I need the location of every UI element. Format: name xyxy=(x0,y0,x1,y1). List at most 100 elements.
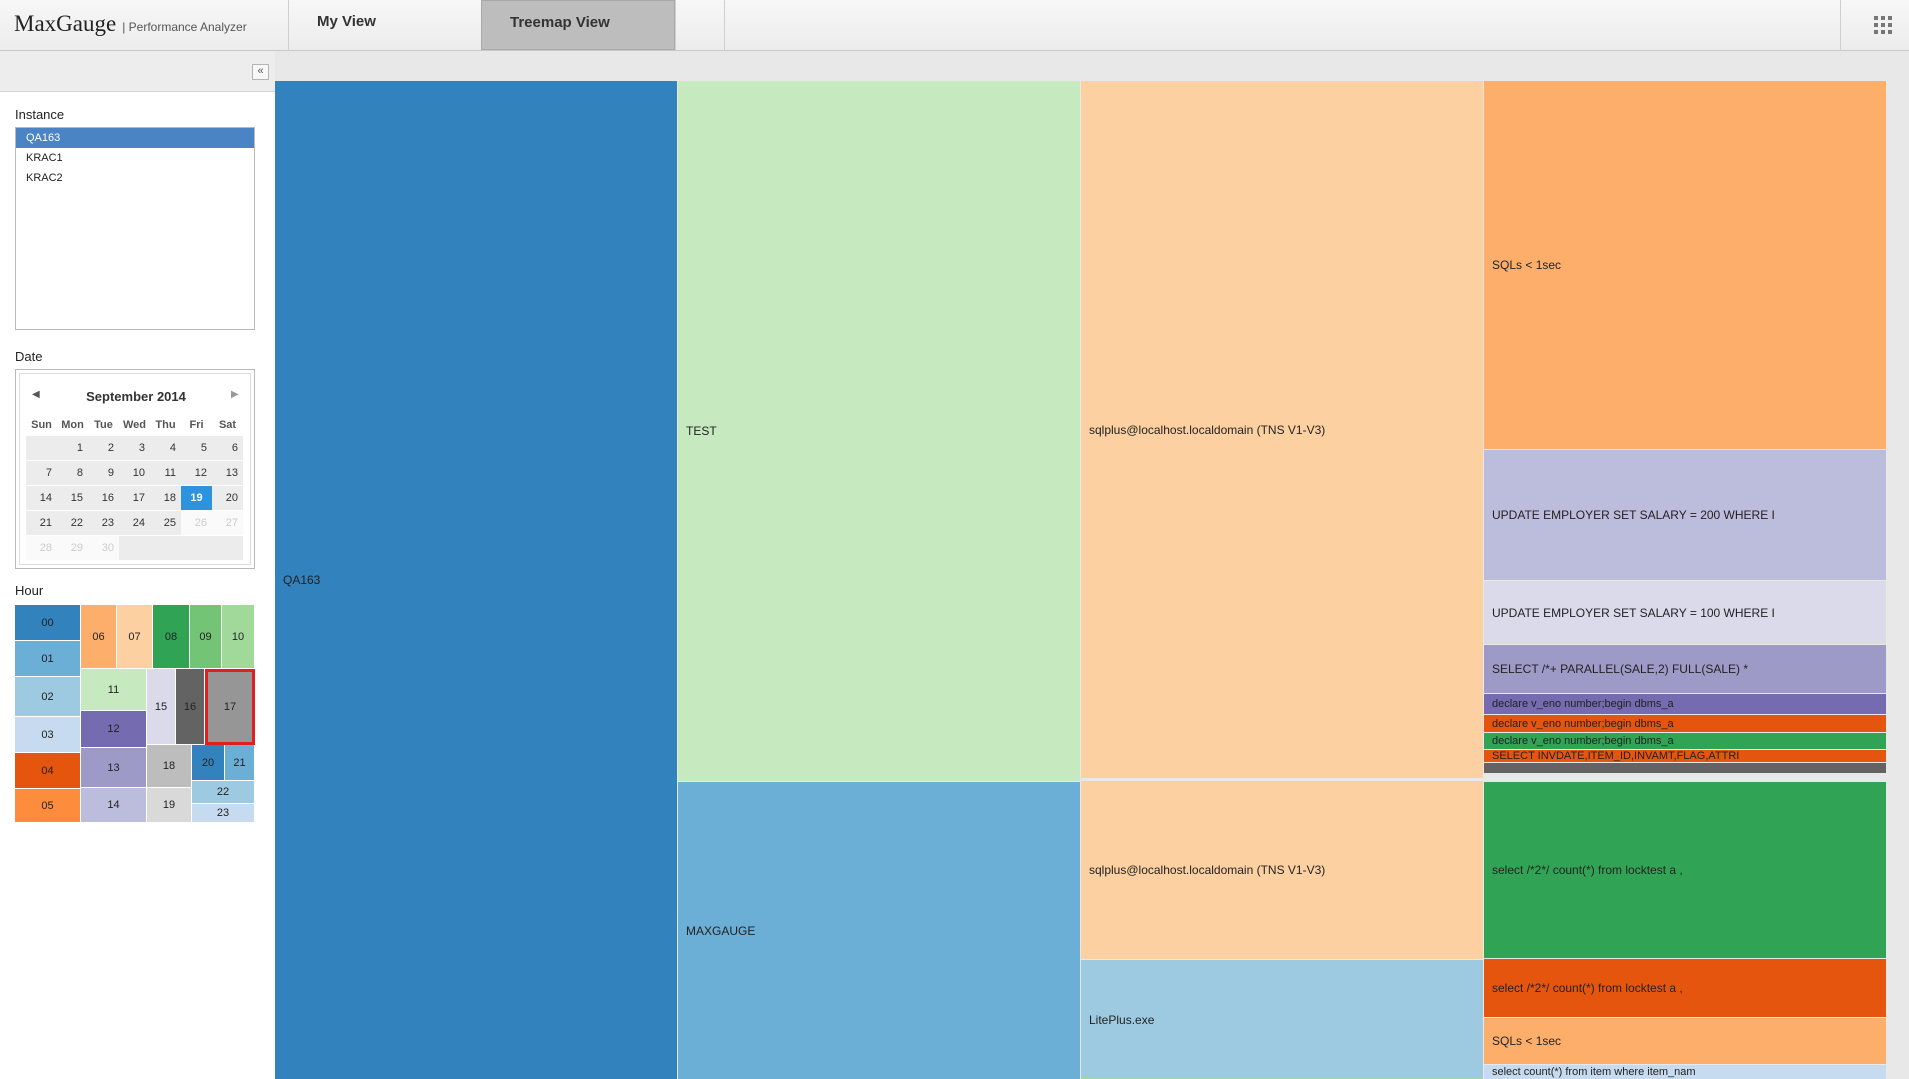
hour-cell[interactable]: 07 xyxy=(117,605,153,669)
hour-cell[interactable]: 12 xyxy=(81,711,147,748)
treemap-program-cell[interactable]: sqlplus@localhost.localdomain (TNS V1-V3… xyxy=(1081,781,1483,959)
calendar-day[interactable]: 18 xyxy=(150,486,181,511)
hour-cell[interactable]: 18 xyxy=(147,745,192,788)
treemap-program-cell[interactable]: LitePlus.exe xyxy=(1081,960,1483,1079)
treemap-schema-cell[interactable]: MAXGAUGE xyxy=(678,782,1080,1079)
weekday-header: Tue xyxy=(88,418,119,436)
hour-cell[interactable]: 05 xyxy=(15,789,81,823)
calendar-month: September xyxy=(86,389,154,404)
hour-cell[interactable]: 08 xyxy=(153,605,190,669)
apps-grid-button[interactable] xyxy=(1840,0,1909,50)
calendar-day[interactable]: 24 xyxy=(119,511,150,536)
next-month-icon[interactable]: ▶ xyxy=(231,389,239,400)
calendar-empty-cell xyxy=(212,536,243,561)
calendar-day[interactable]: 6 xyxy=(212,436,243,461)
hour-cell[interactable]: 20 xyxy=(192,745,225,781)
sidebar: « Instance QA163 KRAC1 KRAC2 Date ◀ Sept… xyxy=(0,51,275,1079)
brand-subtitle: | Performance Analyzer xyxy=(122,20,247,34)
hour-cell[interactable]: 03 xyxy=(15,717,81,753)
hour-cell[interactable]: 22 xyxy=(192,781,255,804)
treemap-instance-cell[interactable]: QA163 xyxy=(275,81,677,1079)
calendar-day[interactable]: 2 xyxy=(88,436,119,461)
calendar-day[interactable]: 19 xyxy=(181,486,212,511)
tab-my-view[interactable]: My View xyxy=(288,0,481,50)
calendar-day[interactable]: 5 xyxy=(181,436,212,461)
hour-cell[interactable]: 02 xyxy=(15,677,81,717)
calendar-day[interactable]: 16 xyxy=(88,486,119,511)
calendar-day: 30 xyxy=(88,536,119,561)
treemap-sql-cell[interactable]: UPDATE EMPLOYER SET SALARY = 100 WHERE I xyxy=(1484,581,1886,644)
calendar-day[interactable]: 15 xyxy=(57,486,88,511)
calendar-day: 26 xyxy=(181,511,212,536)
calendar-year: 2014 xyxy=(156,389,186,404)
treemap-sql-sliver[interactable] xyxy=(1484,763,1886,773)
treemap-chart: QA163 TEST MAXGAUGE sqlplus@localhost.local… xyxy=(275,81,1886,1079)
calendar-day[interactable]: 13 xyxy=(212,461,243,486)
treemap-sql-cell[interactable]: select count(*) from item where item_nam xyxy=(1484,1065,1886,1079)
app-logo: MaxGauge | Performance Analyzer xyxy=(14,11,247,37)
hour-cell[interactable]: 06 xyxy=(81,605,117,669)
calendar-title: September 2014 xyxy=(20,389,252,404)
hour-cell[interactable]: 15 xyxy=(147,669,176,745)
treemap-program-cell[interactable]: sqlplus@localhost.localdomain (TNS V1-V3… xyxy=(1081,81,1483,778)
calendar-day[interactable]: 1 xyxy=(57,436,88,461)
treemap-sql-cell[interactable]: SELECT INVDATE,ITEM_ID,INVAMT,FLAG,ATTRI xyxy=(1484,750,1886,762)
tab-treemap-view[interactable]: Treemap View xyxy=(481,0,675,50)
calendar-day[interactable]: 3 xyxy=(119,436,150,461)
calendar-day[interactable]: 20 xyxy=(212,486,243,511)
calendar-day[interactable]: 7 xyxy=(26,461,57,486)
hour-cell[interactable]: 21 xyxy=(225,745,255,781)
calendar-day[interactable]: 17 xyxy=(119,486,150,511)
hour-cell[interactable]: 04 xyxy=(15,753,81,789)
calendar-day[interactable]: 4 xyxy=(150,436,181,461)
hour-cell[interactable]: 23 xyxy=(192,804,255,823)
hour-cell[interactable]: 00 xyxy=(15,605,81,641)
treemap-sql-cell[interactable]: SELECT /*+ PARALLEL(SALE,2) FULL(SALE) * xyxy=(1484,645,1886,693)
calendar-day[interactable]: 12 xyxy=(181,461,212,486)
calendar-day[interactable]: 14 xyxy=(26,486,57,511)
calendar-day[interactable]: 21 xyxy=(26,511,57,536)
treemap-sql-cell[interactable]: UPDATE EMPLOYER SET SALARY = 200 WHERE I xyxy=(1484,450,1886,580)
calendar-day[interactable]: 9 xyxy=(88,461,119,486)
treemap-sql-cell[interactable]: SQLs < 1sec xyxy=(1484,1018,1886,1064)
calendar-body: ◀ September 2014 ▶ Sun Mon Tue Wed Thu Fri Sat… xyxy=(19,373,251,565)
weekday-header: Wed xyxy=(119,418,150,436)
instance-item[interactable]: QA163 xyxy=(16,128,254,148)
tab-blank[interactable] xyxy=(675,0,724,50)
calendar-day[interactable]: 11 xyxy=(150,461,181,486)
hour-cell[interactable]: 11 xyxy=(81,669,147,711)
treemap-sql-cell[interactable]: declare v_eno number;begin dbms_a xyxy=(1484,715,1886,732)
treemap-sql-cell[interactable]: SQLs < 1sec xyxy=(1484,81,1886,449)
instance-item[interactable]: KRAC2 xyxy=(16,168,254,188)
treemap-sql-cell[interactable]: select /*2*/ count(*) from locktest a , xyxy=(1484,959,1886,1017)
hour-cell[interactable]: 09 xyxy=(190,605,222,669)
calendar-day[interactable]: 10 xyxy=(119,461,150,486)
calendar-empty-cell xyxy=(181,536,212,561)
treemap-sql-cell[interactable]: declare v_eno number;begin dbms_a xyxy=(1484,733,1886,749)
instance-list[interactable]: QA163 KRAC1 KRAC2 xyxy=(15,127,255,330)
calendar-day[interactable]: 23 xyxy=(88,511,119,536)
hour-cell[interactable]: 16 xyxy=(176,669,205,745)
hour-cell[interactable]: 19 xyxy=(147,788,192,823)
treemap-sql-cell[interactable]: select /*2*/ count(*) from locktest a , xyxy=(1484,782,1886,958)
treemap-schema-cell[interactable]: TEST xyxy=(678,81,1080,781)
instance-item[interactable]: KRAC1 xyxy=(16,148,254,168)
calendar-empty-cell xyxy=(150,536,181,561)
calendar-day[interactable]: 22 xyxy=(57,511,88,536)
collapse-sidebar-button[interactable]: « xyxy=(252,64,269,80)
hour-cell[interactable]: 17 xyxy=(205,669,255,745)
brand-name: MaxGauge xyxy=(14,11,117,36)
hour-cell[interactable]: 14 xyxy=(81,788,147,823)
hour-cell[interactable]: 13 xyxy=(81,748,147,788)
hour-cell[interactable]: 01 xyxy=(15,641,81,677)
calendar-day[interactable]: 25 xyxy=(150,511,181,536)
top-bar: MaxGauge | Performance Analyzer My View T… xyxy=(0,0,1909,51)
date-picker: ◀ September 2014 ▶ Sun Mon Tue Wed Thu Fri Sat… xyxy=(15,369,255,569)
calendar-day: 28 xyxy=(26,536,57,561)
hour-cell[interactable]: 10 xyxy=(222,605,255,669)
calendar-day[interactable]: 8 xyxy=(57,461,88,486)
weekday-header: Fri xyxy=(181,418,212,436)
calendar-day: 27 xyxy=(212,511,243,536)
date-label: Date xyxy=(15,349,43,364)
treemap-sql-cell[interactable]: declare v_eno number;begin dbms_a xyxy=(1484,694,1886,714)
